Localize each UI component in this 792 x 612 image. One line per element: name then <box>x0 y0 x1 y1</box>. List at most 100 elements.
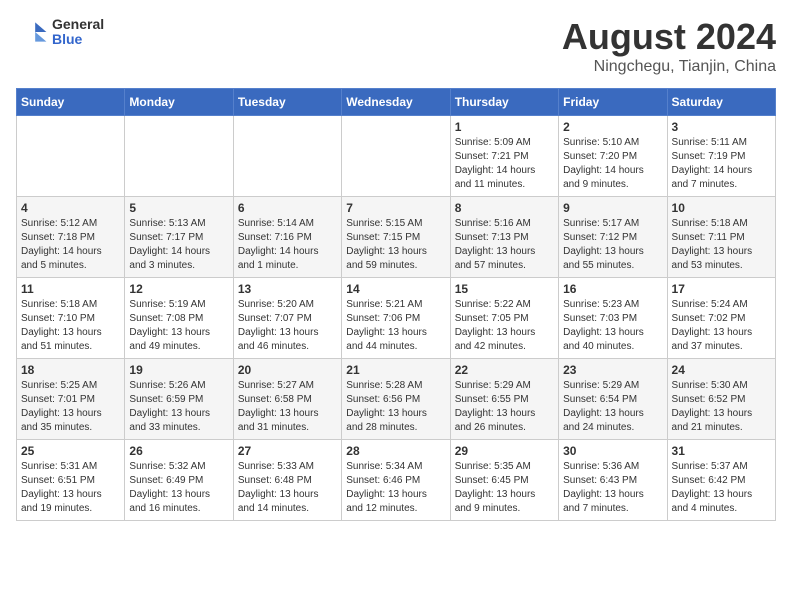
day-number: 19 <box>129 363 228 377</box>
day-number: 24 <box>672 363 771 377</box>
weekday-header-monday: Monday <box>125 89 233 116</box>
calendar-cell: 5Sunrise: 5:13 AM Sunset: 7:17 PM Daylig… <box>125 197 233 278</box>
day-number: 6 <box>238 201 337 215</box>
weekday-header-friday: Friday <box>559 89 667 116</box>
day-info: Sunrise: 5:34 AM Sunset: 6:46 PM Dayligh… <box>346 460 445 516</box>
calendar-week-3: 18Sunrise: 5:25 AM Sunset: 7:01 PM Dayli… <box>17 359 776 440</box>
logo-general-label: General <box>52 17 104 32</box>
logo-blue-label: Blue <box>52 32 104 47</box>
day-number: 25 <box>21 444 120 458</box>
weekday-header-thursday: Thursday <box>450 89 558 116</box>
weekday-header-saturday: Saturday <box>667 89 775 116</box>
day-number: 12 <box>129 282 228 296</box>
day-number: 1 <box>455 120 554 134</box>
calendar-cell: 25 Sunrise: 5:31 AM Sunset: 6:51 PM Dayli… <box>17 440 125 521</box>
calendar-cell: 10 Sunrise: 5:18 AM Sunset: 7:11 PM Dayli… <box>667 197 775 278</box>
calendar-week-4: 25 Sunrise: 5:31 AM Sunset: 6:51 PM Dayli… <box>17 440 776 521</box>
calendar-cell: 2Sunrise: 5:10 AM Sunset: 7:20 PM Daylig… <box>559 116 667 197</box>
day-info: Sunrise: 5:31 AM Sunset: 6:51 PM Dayligh… <box>21 460 120 516</box>
calendar-cell: 30Sunrise: 5:36 AM Sunset: 6:43 PM Dayli… <box>559 440 667 521</box>
day-info: Sunrise: 5:18 AM Sunset: 7:11 PM Dayligh… <box>672 217 771 273</box>
day-number: 4 <box>21 201 120 215</box>
day-info: Sunrise: 5:11 AM Sunset: 7:19 PM Dayligh… <box>672 136 771 192</box>
day-info: Sunrise: 5:33 AM Sunset: 6:48 PM Dayligh… <box>238 460 337 516</box>
calendar-cell: 29Sunrise: 5:35 AM Sunset: 6:45 PM Dayli… <box>450 440 558 521</box>
calendar-cell: 1 Sunrise: 5:09 AM Sunset: 7:21 PM Daylig… <box>450 116 558 197</box>
day-number: 9 <box>563 201 662 215</box>
calendar-cell: 19Sunrise: 5:26 AM Sunset: 6:59 PM Dayli… <box>125 359 233 440</box>
weekday-header-sunday: Sunday <box>17 89 125 116</box>
day-info: Sunrise: 5:27 AM Sunset: 6:58 PM Dayligh… <box>238 379 337 435</box>
calendar-cell <box>233 116 341 197</box>
calendar-week-1: 4 Sunrise: 5:12 AM Sunset: 7:18 PM Daylig… <box>17 197 776 278</box>
day-info: Sunrise: 5:28 AM Sunset: 6:56 PM Dayligh… <box>346 379 445 435</box>
calendar-cell: 14 Sunrise: 5:21 AM Sunset: 7:06 PM Dayli… <box>342 278 450 359</box>
day-info: Sunrise: 5:29 AM Sunset: 6:54 PM Dayligh… <box>563 379 662 435</box>
logo: General Blue <box>16 16 104 48</box>
calendar-cell: 20 Sunrise: 5:27 AM Sunset: 6:58 PM Dayli… <box>233 359 341 440</box>
day-number: 15 <box>455 282 554 296</box>
calendar-cell: 4 Sunrise: 5:12 AM Sunset: 7:18 PM Daylig… <box>17 197 125 278</box>
day-info: Sunrise: 5:21 AM Sunset: 7:06 PM Dayligh… <box>346 298 445 354</box>
calendar-cell: 31Sunrise: 5:37 AM Sunset: 6:42 PM Dayli… <box>667 440 775 521</box>
day-number: 17 <box>672 282 771 296</box>
day-info: Sunrise: 5:30 AM Sunset: 6:52 PM Dayligh… <box>672 379 771 435</box>
day-info: Sunrise: 5:12 AM Sunset: 7:18 PM Dayligh… <box>21 217 120 273</box>
day-number: 20 <box>238 363 337 377</box>
calendar-cell: 22 Sunrise: 5:29 AM Sunset: 6:55 PM Dayli… <box>450 359 558 440</box>
calendar-cell: 17 Sunrise: 5:24 AM Sunset: 7:02 PM Dayli… <box>667 278 775 359</box>
day-info: Sunrise: 5:13 AM Sunset: 7:17 PM Dayligh… <box>129 217 228 273</box>
calendar-table: SundayMondayTuesdayWednesdayThursdayFrid… <box>16 88 776 521</box>
calendar-cell: 26 Sunrise: 5:32 AM Sunset: 6:49 PM Dayli… <box>125 440 233 521</box>
calendar-cell: 18Sunrise: 5:25 AM Sunset: 7:01 PM Dayli… <box>17 359 125 440</box>
day-number: 18 <box>21 363 120 377</box>
calendar-week-2: 11Sunrise: 5:18 AM Sunset: 7:10 PM Dayli… <box>17 278 776 359</box>
day-number: 26 <box>129 444 228 458</box>
day-info: Sunrise: 5:09 AM Sunset: 7:21 PM Dayligh… <box>455 136 554 192</box>
day-number: 14 <box>346 282 445 296</box>
day-number: 21 <box>346 363 445 377</box>
logo-text: General Blue <box>52 17 104 48</box>
calendar-cell: 16Sunrise: 5:23 AM Sunset: 7:03 PM Dayli… <box>559 278 667 359</box>
weekday-header-row: SundayMondayTuesdayWednesdayThursdayFrid… <box>17 89 776 116</box>
calendar-cell: 11Sunrise: 5:18 AM Sunset: 7:10 PM Dayli… <box>17 278 125 359</box>
day-info: Sunrise: 5:15 AM Sunset: 7:15 PM Dayligh… <box>346 217 445 273</box>
day-info: Sunrise: 5:23 AM Sunset: 7:03 PM Dayligh… <box>563 298 662 354</box>
day-info: Sunrise: 5:18 AM Sunset: 7:10 PM Dayligh… <box>21 298 120 354</box>
logo-icon <box>16 16 48 48</box>
page-subtitle: Ningchegu, Tianjin, China <box>562 58 776 76</box>
day-info: Sunrise: 5:29 AM Sunset: 6:55 PM Dayligh… <box>455 379 554 435</box>
day-number: 10 <box>672 201 771 215</box>
calendar-cell: 9 Sunrise: 5:17 AM Sunset: 7:12 PM Daylig… <box>559 197 667 278</box>
calendar-cell <box>125 116 233 197</box>
day-info: Sunrise: 5:22 AM Sunset: 7:05 PM Dayligh… <box>455 298 554 354</box>
day-info: Sunrise: 5:32 AM Sunset: 6:49 PM Dayligh… <box>129 460 228 516</box>
page-header: General Blue August 2024 Ningchegu, Tian… <box>16 16 776 76</box>
calendar-cell: 7Sunrise: 5:15 AM Sunset: 7:15 PM Daylig… <box>342 197 450 278</box>
calendar-cell: 21 Sunrise: 5:28 AM Sunset: 6:56 PM Dayli… <box>342 359 450 440</box>
day-number: 30 <box>563 444 662 458</box>
calendar-cell <box>17 116 125 197</box>
day-number: 2 <box>563 120 662 134</box>
day-number: 23 <box>563 363 662 377</box>
day-number: 3 <box>672 120 771 134</box>
page-title: August 2024 <box>562 16 776 58</box>
calendar-cell: 28 Sunrise: 5:34 AM Sunset: 6:46 PM Dayli… <box>342 440 450 521</box>
day-info: Sunrise: 5:19 AM Sunset: 7:08 PM Dayligh… <box>129 298 228 354</box>
day-number: 13 <box>238 282 337 296</box>
day-info: Sunrise: 5:17 AM Sunset: 7:12 PM Dayligh… <box>563 217 662 273</box>
calendar-cell <box>342 116 450 197</box>
day-info: Sunrise: 5:16 AM Sunset: 7:13 PM Dayligh… <box>455 217 554 273</box>
title-block: August 2024 Ningchegu, Tianjin, China <box>562 16 776 76</box>
day-info: Sunrise: 5:24 AM Sunset: 7:02 PM Dayligh… <box>672 298 771 354</box>
weekday-header-wednesday: Wednesday <box>342 89 450 116</box>
calendar-cell: 23 Sunrise: 5:29 AM Sunset: 6:54 PM Dayli… <box>559 359 667 440</box>
calendar-cell: 13 Sunrise: 5:20 AM Sunset: 7:07 PM Dayli… <box>233 278 341 359</box>
day-number: 22 <box>455 363 554 377</box>
calendar-cell: 3 Sunrise: 5:11 AM Sunset: 7:19 PM Daylig… <box>667 116 775 197</box>
calendar-cell: 8 Sunrise: 5:16 AM Sunset: 7:13 PM Daylig… <box>450 197 558 278</box>
day-number: 28 <box>346 444 445 458</box>
day-info: Sunrise: 5:20 AM Sunset: 7:07 PM Dayligh… <box>238 298 337 354</box>
day-number: 8 <box>455 201 554 215</box>
day-info: Sunrise: 5:37 AM Sunset: 6:42 PM Dayligh… <box>672 460 771 516</box>
